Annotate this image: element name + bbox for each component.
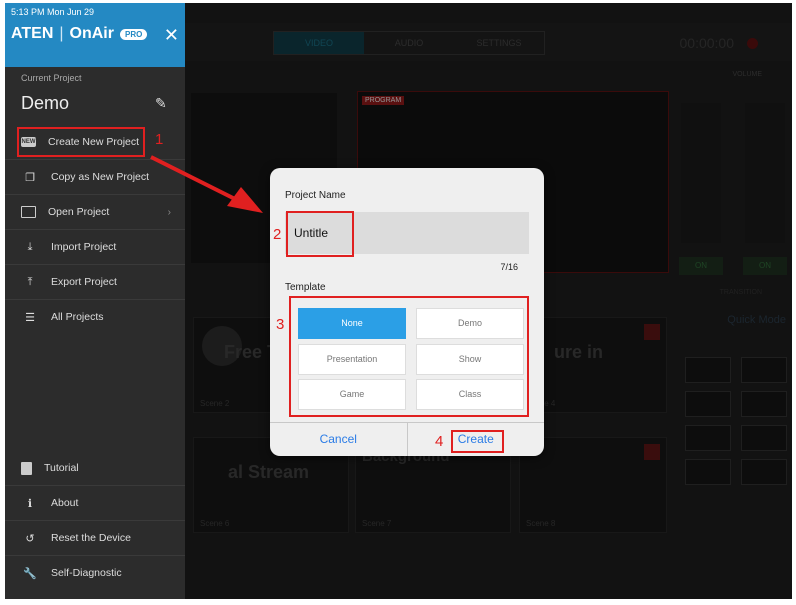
sidebar-item-export-project[interactable]: ⤒ Export Project: [5, 265, 185, 300]
sidebar-item-label: All Projects: [51, 311, 104, 323]
sidebar-item-all-projects[interactable]: ☰ All Projects: [5, 300, 185, 334]
sidebar-item-import-project[interactable]: ⤓ Import Project: [5, 230, 185, 265]
import-icon: ⤓: [27, 240, 33, 253]
cancel-button[interactable]: Cancel: [270, 423, 407, 456]
sidebar-item-about[interactable]: ℹ About: [5, 486, 185, 521]
info-icon: ℹ: [27, 497, 33, 510]
sidebar-item-self-diagnostic[interactable]: 🔧 Self-Diagnostic: [5, 556, 185, 590]
highlight-box-4: [451, 430, 504, 453]
highlight-box-1: [17, 127, 145, 157]
edition-badge: PRO: [119, 28, 148, 40]
app-window: VIDEO AUDIO SETTINGS 00:00:00 VOLUME PRO…: [5, 3, 792, 599]
sidebar-item-label: Import Project: [51, 241, 117, 253]
list-icon: ☰: [25, 311, 35, 324]
book-icon: [21, 461, 32, 475]
sidebar-item-label: Copy as New Project: [51, 171, 150, 183]
current-project-label: Current Project: [21, 73, 82, 83]
template-label: Template: [285, 282, 326, 293]
folder-icon: [21, 206, 36, 218]
sidebar-item-open-project[interactable]: Open Project ›: [5, 195, 185, 230]
step-number-1: 1: [155, 131, 164, 148]
sidebar-item-label: Self-Diagnostic: [51, 567, 122, 579]
app-logo: ATEN | OnAir PRO: [11, 25, 148, 43]
product-name: OnAir: [69, 25, 114, 42]
chevron-right-icon: ›: [167, 206, 171, 218]
copy-icon: ❐: [25, 171, 35, 184]
sidebar-item-tutorial[interactable]: Tutorial: [5, 451, 185, 486]
export-icon: ⤒: [27, 275, 33, 288]
sidebar-item-reset-the-device[interactable]: ↺ Reset the Device: [5, 521, 185, 556]
step-number-2: 2: [273, 226, 282, 243]
sidebar-header: 5:13 PM Mon Jun 29 ATEN | OnAir PRO ✕: [5, 3, 185, 67]
project-name-label: Project Name: [285, 190, 346, 201]
sidebar-item-label: About: [51, 497, 79, 509]
sidebar-item-copy-as-new-project[interactable]: ❐ Copy as New Project: [5, 160, 185, 195]
step-number-3: 3: [276, 316, 285, 333]
help-menu: Tutorial ℹ About ↺ Reset the Device 🔧 Se…: [5, 451, 185, 590]
sidebar-item-label: Export Project: [51, 276, 117, 288]
status-time: 5:13 PM Mon Jun 29: [11, 7, 95, 17]
brand-separator: |: [59, 25, 64, 42]
highlight-box-3: [289, 296, 529, 417]
sidebar-item-label: Tutorial: [44, 462, 79, 474]
sidebar-item-label: Open Project: [48, 206, 110, 218]
pencil-icon[interactable]: ✎: [155, 95, 167, 112]
reset-icon: ↺: [25, 532, 35, 545]
highlight-box-2: [286, 211, 354, 257]
sidebar: 5:13 PM Mon Jun 29 ATEN | OnAir PRO ✕ Cu…: [5, 3, 185, 599]
character-counter: 7/16: [500, 262, 518, 272]
sidebar-item-label: Reset the Device: [51, 532, 131, 544]
step-number-4: 4: [435, 433, 444, 450]
close-icon[interactable]: ✕: [164, 25, 179, 46]
current-project-name: Demo: [21, 93, 70, 113]
wrench-icon: 🔧: [23, 567, 37, 580]
brand-name: ATEN: [11, 25, 54, 42]
